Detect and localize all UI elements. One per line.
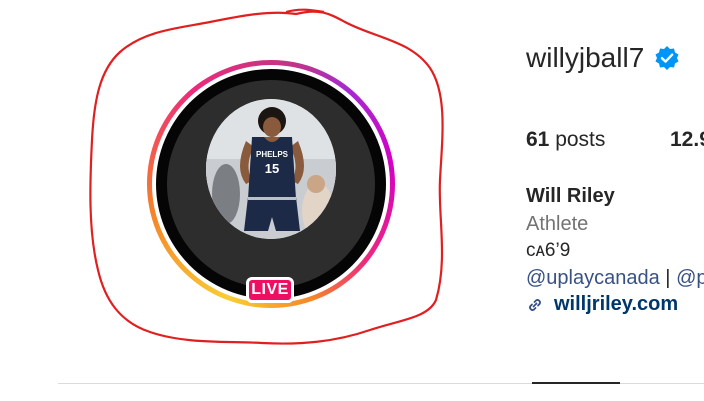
mention-link-second[interactable]: @p bbox=[676, 267, 704, 289]
profile-avatar[interactable]: PHELPS 15 LIVE bbox=[147, 60, 395, 308]
external-link-row[interactable]: willjriley.com bbox=[526, 293, 678, 316]
bio-mentions: @uplaycanada | @p bbox=[526, 267, 704, 290]
profile-photo: PHELPS 15 bbox=[206, 99, 336, 239]
jersey-team-text: PHELPS bbox=[256, 150, 289, 159]
verified-badge-icon bbox=[654, 45, 680, 71]
jersey-number-text: 15 bbox=[265, 161, 279, 176]
category-label: Athlete bbox=[526, 213, 589, 235]
live-badge[interactable]: LIVE bbox=[246, 277, 294, 303]
mention-link-uplaycanada[interactable]: @uplaycanada bbox=[526, 267, 660, 289]
link-icon bbox=[526, 296, 544, 314]
username-row: willyjball7 bbox=[526, 42, 680, 74]
profile-photo-image: PHELPS 15 bbox=[206, 99, 336, 239]
stat-posts: 61 posts bbox=[526, 128, 605, 152]
bio-text: ᴄᴀ6’9 bbox=[526, 240, 571, 261]
posts-label: posts bbox=[555, 128, 606, 151]
username: willyjball7 bbox=[526, 42, 645, 73]
external-link[interactable]: willjriley.com bbox=[554, 293, 678, 316]
active-tab-indicator bbox=[532, 382, 620, 384]
mention-separator: | bbox=[665, 267, 671, 289]
followers-count: 12.9 bbox=[670, 128, 704, 151]
full-name: Will Riley bbox=[526, 185, 615, 207]
posts-count: 61 bbox=[526, 128, 550, 151]
stat-followers[interactable]: 12.9 bbox=[670, 128, 704, 152]
